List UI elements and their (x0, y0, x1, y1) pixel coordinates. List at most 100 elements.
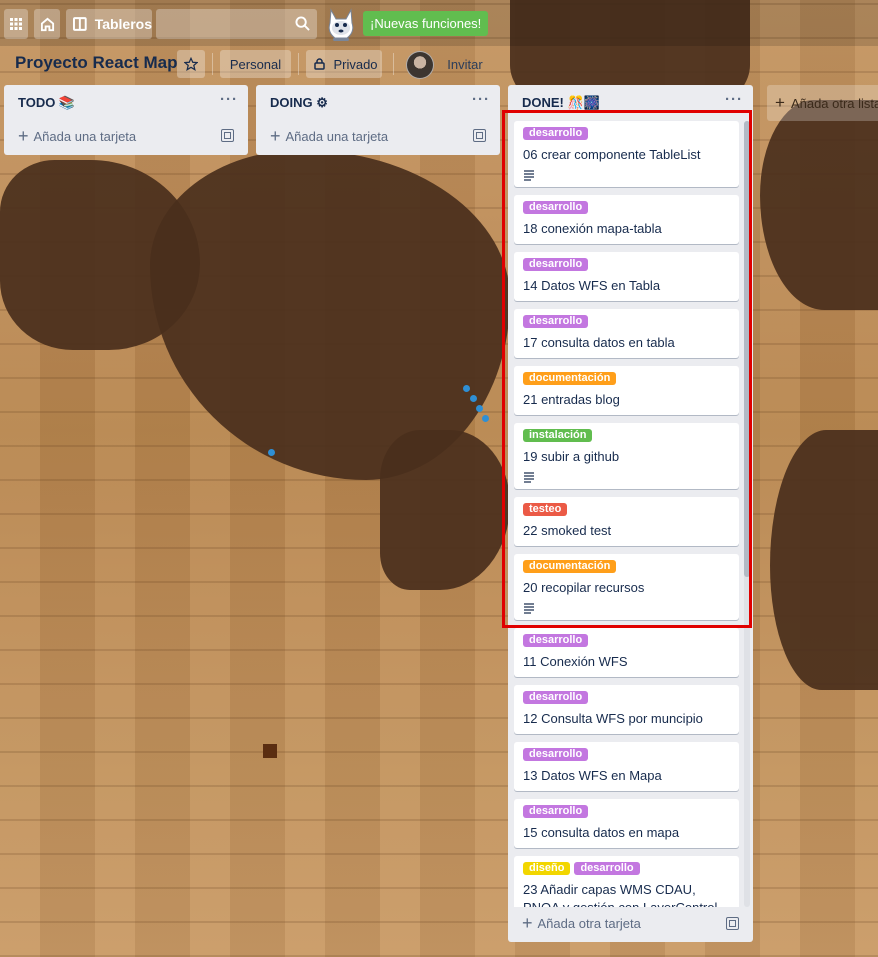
card-label[interactable]: desarrollo (523, 258, 589, 271)
scrollbar-thumb[interactable] (744, 121, 750, 577)
card[interactable]: desarrollo 13 Datos WFS en Mapa (514, 742, 739, 791)
header-divider (212, 53, 213, 75)
list-title[interactable]: TODO 📚 (18, 95, 75, 111)
board-icon (73, 17, 87, 31)
card-labels: desarrollo (523, 258, 731, 272)
map-europe (760, 100, 878, 310)
card-labels: desarrollo (523, 127, 731, 141)
card[interactable]: desarrollo 18 conexión mapa-tabla (514, 195, 739, 244)
card[interactable]: instalación 19 subir a github (514, 423, 739, 489)
card[interactable]: desarrollo 11 Conexión WFS (514, 628, 739, 677)
card-labels: desarrollo (523, 315, 731, 329)
map-pin (463, 385, 470, 392)
map-pin (482, 415, 489, 422)
card-template-icon[interactable] (473, 129, 486, 142)
card-title: 22 smoked test (523, 523, 612, 538)
list-scrollbar[interactable] (744, 121, 750, 907)
home-icon (40, 17, 54, 31)
card-label[interactable]: diseño (523, 862, 571, 875)
list-menu-button[interactable]: ··· (725, 91, 743, 108)
card-labels: desarrollo (523, 691, 731, 705)
card-label[interactable]: desarrollo (523, 201, 589, 214)
card-label[interactable]: desarrollo (523, 127, 589, 140)
card[interactable]: desarrollo 14 Datos WFS en Tabla (514, 252, 739, 301)
list-menu-button[interactable]: ··· (472, 91, 490, 108)
card-labels: desarrollo (523, 805, 731, 819)
card-title: 17 consulta datos en tabla (523, 335, 675, 350)
board-title[interactable]: Proyecto React Map (15, 53, 178, 73)
header-divider (298, 53, 299, 75)
card-container: desarrollo 06 crear componente TableList d… (514, 121, 740, 907)
home-button[interactable] (34, 9, 60, 39)
card-label[interactable]: desarrollo (574, 862, 640, 875)
card-label[interactable]: desarrollo (523, 748, 589, 761)
star-button[interactable] (177, 50, 205, 78)
card[interactable]: desarrollo 15 consulta datos en mapa (514, 799, 739, 848)
card-title: 20 recopilar recursos (523, 580, 645, 595)
taco-mascot-icon[interactable] (325, 8, 357, 42)
card-label[interactable]: desarrollo (523, 634, 589, 647)
card[interactable]: diseño desarrollo 23 Añadir capas WMS CDAU… (514, 856, 739, 907)
add-card-button[interactable]: + Añada otra tarjeta (522, 914, 641, 932)
card[interactable]: documentación 21 entradas blog (514, 366, 739, 415)
add-card-label: Añada una tarjeta (285, 128, 389, 144)
card-title: 11 Conexión WFS (523, 654, 628, 669)
add-card-button[interactable]: + Añada una tarjeta (270, 127, 388, 145)
boards-label: Tableros (94, 16, 152, 32)
card-labels: desarrollo (523, 634, 731, 648)
add-card-button[interactable]: + Añada una tarjeta (18, 127, 136, 145)
card[interactable]: testeo 22 smoked test (514, 497, 739, 546)
description-icon (524, 603, 534, 614)
card-labels: desarrollo (523, 201, 731, 215)
team-visibility-button[interactable]: Personal (220, 50, 291, 78)
member-avatar[interactable] (406, 51, 434, 79)
list-menu-button[interactable]: ··· (220, 91, 238, 108)
add-card-label: Añada una tarjeta (33, 128, 137, 144)
card-title: 15 consulta datos en mapa (523, 825, 680, 840)
add-list-button[interactable]: + Añada otra lista (767, 85, 878, 121)
grid-icon (10, 18, 22, 30)
card-title: 12 Consulta WFS por muncipio (523, 711, 703, 726)
card-title: 19 subir a github (523, 449, 620, 464)
map-pin (268, 449, 275, 456)
apps-button[interactable] (4, 9, 28, 39)
card-label[interactable]: instalación (523, 429, 593, 442)
map-pin (476, 405, 483, 412)
card[interactable]: desarrollo 17 consulta datos en tabla (514, 309, 739, 358)
description-icon (524, 170, 534, 181)
search-input[interactable] (156, 9, 317, 39)
search-icon[interactable] (295, 16, 310, 31)
lock-icon (314, 58, 326, 70)
list-done: DONE! 🎊🎆 ··· desarrollo 06 crear componen… (508, 85, 753, 942)
plus-icon: + (18, 126, 29, 146)
wood-knot (263, 744, 277, 758)
card[interactable]: desarrollo 06 crear componente TableList (514, 121, 739, 187)
card-labels: desarrollo (523, 748, 731, 762)
top-navigation-bar: Tableros ¡Nuevas funciones! (0, 0, 878, 46)
header-divider (393, 53, 394, 75)
card[interactable]: desarrollo 12 Consulta WFS por muncipio (514, 685, 739, 734)
invite-button[interactable]: Invitar (442, 50, 488, 78)
privacy-label: Privado (333, 56, 378, 72)
card-labels: documentación (523, 372, 731, 386)
card-label[interactable]: desarrollo (523, 691, 589, 704)
card-title: 18 conexión mapa-tabla (523, 221, 662, 236)
list-title[interactable]: DONE! 🎊🎆 (522, 95, 600, 111)
list-doing: DOING ⚙ ··· + Añada una tarjeta (256, 85, 500, 155)
card-label[interactable]: documentación (523, 372, 617, 385)
plus-icon: + (270, 126, 281, 146)
new-features-badge[interactable]: ¡Nuevas funciones! (363, 11, 489, 36)
card-label[interactable]: desarrollo (523, 805, 589, 818)
plus-icon: + (522, 913, 533, 933)
card-template-icon[interactable] (221, 129, 234, 142)
card-label[interactable]: desarrollo (523, 315, 589, 328)
card[interactable]: documentación 20 recopilar recursos (514, 554, 739, 620)
privacy-button[interactable]: Privado (306, 50, 382, 78)
card-label[interactable]: documentación (523, 560, 617, 573)
card-label[interactable]: testeo (523, 503, 568, 516)
add-card-label: Añada otra tarjeta (537, 915, 641, 931)
list-title[interactable]: DOING ⚙ (270, 95, 328, 111)
boards-button[interactable]: Tableros (66, 9, 152, 39)
description-icon (524, 472, 534, 483)
card-template-icon[interactable] (726, 917, 739, 930)
